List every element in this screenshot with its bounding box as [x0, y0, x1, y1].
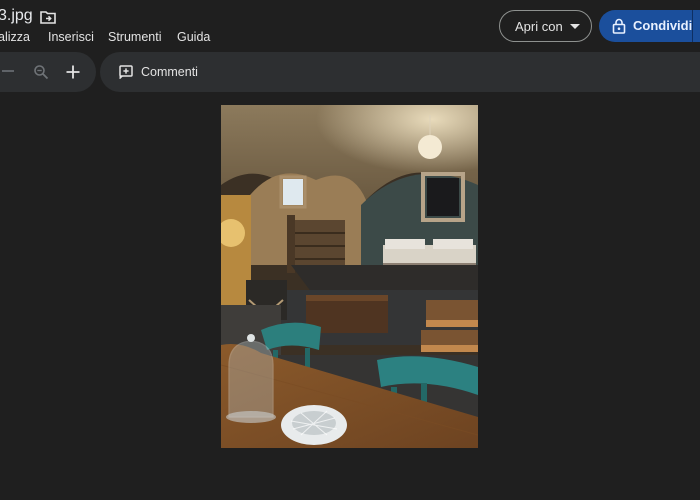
share-dropdown-button[interactable] [692, 10, 700, 42]
minus-icon[interactable] [2, 70, 14, 72]
menu-item-help[interactable]: Guida [177, 30, 210, 44]
lock-icon [612, 18, 626, 34]
menu-item-view[interactable]: alizza [0, 30, 30, 44]
menu-item-tools[interactable]: Strumenti [108, 30, 162, 44]
magnifier-icon[interactable] [33, 64, 49, 80]
title-bar: 3.jpg alizza Inserisci Strumenti Guida [0, 0, 700, 44]
viewer-page: 3.jpg alizza Inserisci Strumenti Guida A… [0, 0, 700, 500]
open-with-label: Apri con [515, 19, 563, 34]
add-comment-icon[interactable] [119, 65, 133, 79]
caret-down-icon [570, 24, 580, 29]
file-title[interactable]: 3.jpg [0, 7, 33, 25]
image-preview [221, 105, 478, 448]
share-label: Condividi [633, 18, 693, 33]
share-button[interactable]: Condividi [599, 10, 700, 42]
room-photo [221, 105, 478, 448]
plus-icon[interactable] [65, 64, 81, 80]
folder-move-icon[interactable] [40, 10, 56, 24]
comments-button[interactable]: Commenti [141, 65, 198, 79]
menu-item-insert[interactable]: Inserisci [48, 30, 94, 44]
open-with-button[interactable]: Apri con [499, 10, 592, 42]
